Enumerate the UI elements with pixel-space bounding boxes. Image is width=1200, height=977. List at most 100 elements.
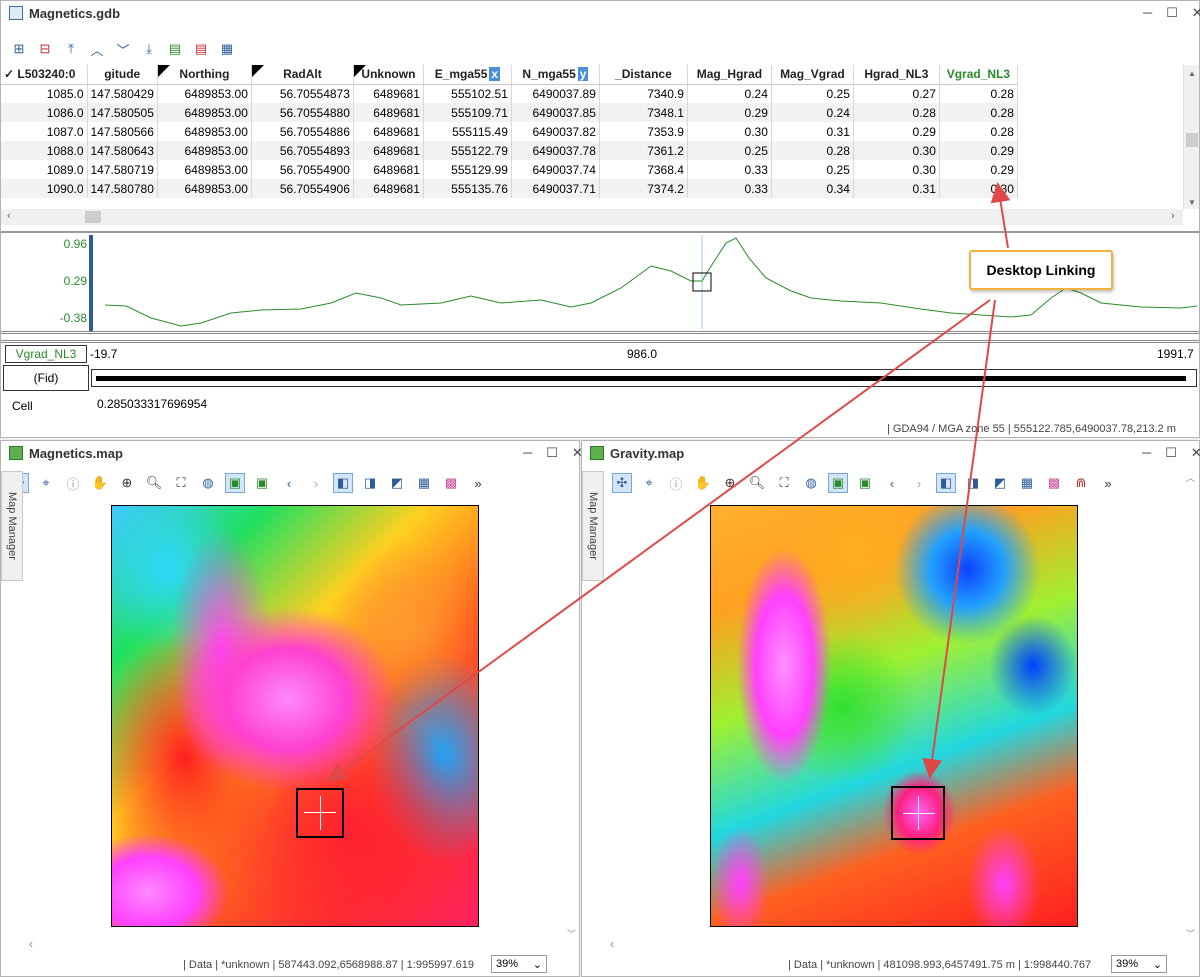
link-data-icon[interactable]: ▣ bbox=[855, 473, 875, 493]
table-row[interactable]: 1088.0 147.580643 6489853.00 56.70554893 648… bbox=[1, 141, 1018, 160]
channel-name[interactable]: Vgrad_NL3 bbox=[5, 345, 87, 363]
cell-value[interactable]: 0.285033317696954 bbox=[97, 397, 207, 411]
zoom-box-icon[interactable]: ⊕ bbox=[117, 473, 137, 493]
back-icon[interactable]: ‹ bbox=[279, 473, 299, 493]
grid-vertical-scrollbar[interactable]: ▲ ▼ bbox=[1183, 65, 1199, 209]
maximize-icon[interactable]: ☐ bbox=[1165, 445, 1177, 461]
group-icon[interactable]: ◨ bbox=[963, 473, 983, 493]
zoom-icon[interactable]: 🔍︎ bbox=[144, 473, 164, 493]
table-row[interactable]: 1089.0 147.580719 6489853.00 56.70554900 648… bbox=[1, 160, 1018, 179]
link-map-icon[interactable]: ▣ bbox=[828, 473, 848, 493]
layers-icon[interactable]: ▦ bbox=[414, 473, 434, 493]
color-table-icon[interactable]: ▩ bbox=[441, 473, 461, 493]
line-header[interactable]: ✓ L503240:0 bbox=[1, 65, 88, 85]
last-line-icon[interactable]: ⤓ bbox=[139, 39, 159, 59]
gravity-vertical-scrollbar[interactable]: ︿ ﹀ bbox=[1182, 471, 1198, 940]
remove-channel-icon[interactable]: ▤ bbox=[191, 39, 211, 59]
table-row[interactable]: 1090.0 147.580780 6489853.00 56.70554906 648… bbox=[1, 179, 1018, 198]
col-header-longitude[interactable]: gitude bbox=[87, 65, 158, 85]
col-header-radalt[interactable]: RadAlt bbox=[251, 65, 354, 85]
toolbar-overflow-icon[interactable]: » bbox=[1098, 473, 1118, 493]
next-line-icon[interactable]: ﹀ bbox=[113, 39, 133, 59]
delete-line-icon[interactable]: ⊟ bbox=[35, 39, 55, 59]
scroll-left-icon[interactable]: ‹ bbox=[610, 937, 614, 951]
gravity-horizontal-scrollbar[interactable]: ‹ bbox=[606, 937, 1184, 953]
horizontal-scroll-thumb[interactable] bbox=[85, 211, 101, 223]
layer-icon[interactable]: ◩ bbox=[990, 473, 1010, 493]
magnetics-cursor-box[interactable] bbox=[296, 788, 344, 838]
table-row[interactable]: 1086.0 147.580505 6489853.00 56.70554880 648… bbox=[1, 103, 1018, 122]
gravity-zoom-select[interactable]: 39% ⌄ bbox=[1111, 955, 1167, 973]
new-line-icon[interactable]: ⊞ bbox=[9, 39, 29, 59]
profile-splitter[interactable] bbox=[1, 331, 1199, 343]
scroll-down-icon[interactable]: ▼ bbox=[1184, 198, 1200, 207]
scroll-left-icon[interactable]: ‹ bbox=[29, 937, 33, 951]
col-header-n-mga55[interactable]: N_mga55 y bbox=[511, 65, 600, 85]
gdb-titlebar[interactable]: Magnetics.gdb bbox=[1, 1, 1199, 25]
magnetics-map-titlebar[interactable]: Magnetics.map bbox=[1, 441, 579, 465]
col-header-hgrad-nl3[interactable]: Hgrad_NL3 bbox=[853, 65, 940, 85]
link-data-icon[interactable]: ▣ bbox=[252, 473, 272, 493]
scroll-down-icon[interactable]: ﹀ bbox=[1186, 927, 1195, 940]
view-mode-icon[interactable]: ◧ bbox=[936, 473, 956, 493]
selected-cell[interactable]: 0.29 bbox=[939, 141, 1018, 160]
zoom-icon[interactable]: 🔍︎ bbox=[747, 473, 767, 493]
scroll-up-icon[interactable]: ︿ bbox=[1186, 471, 1195, 484]
col-header-distance[interactable]: _Distance bbox=[599, 65, 688, 85]
pan-icon[interactable]: ✋ bbox=[90, 473, 110, 493]
col-header-vgrad-nl3[interactable]: Vgrad_NL3 bbox=[939, 65, 1018, 85]
gravity-cursor-box[interactable] bbox=[891, 786, 945, 840]
select-tool-icon[interactable]: ✣ bbox=[612, 473, 632, 493]
grid-horizontal-scrollbar[interactable]: ‹ › bbox=[1, 209, 1183, 225]
toolbar-overflow-icon[interactable]: » bbox=[468, 473, 488, 493]
view-mode-icon[interactable]: ◧ bbox=[333, 473, 353, 493]
info-icon[interactable]: ⓘ bbox=[63, 473, 83, 493]
layer-icon[interactable]: ◩ bbox=[387, 473, 407, 493]
minimize-icon[interactable]: ─ bbox=[1142, 445, 1151, 461]
group-icon[interactable]: ◨ bbox=[360, 473, 380, 493]
minimize-icon[interactable]: ─ bbox=[523, 445, 532, 461]
layers-icon[interactable]: ▦ bbox=[1017, 473, 1037, 493]
close-icon[interactable]: ✕ bbox=[1191, 445, 1200, 461]
channel-list-icon[interactable]: ▦ bbox=[217, 39, 237, 59]
crosshair-icon[interactable]: ⌖ bbox=[639, 473, 659, 493]
magnet-icon[interactable]: ⋒ bbox=[1071, 473, 1091, 493]
maximize-icon[interactable]: ☐ bbox=[546, 445, 558, 461]
scroll-down-icon[interactable]: ﹀ bbox=[567, 927, 576, 940]
table-row[interactable]: 1085.0 147.580429 6489853.00 56.70554873 648… bbox=[1, 84, 1018, 103]
magnetics-zoom-select[interactable]: 39% ⌄ bbox=[491, 955, 547, 973]
fid-range-bar[interactable] bbox=[96, 376, 1186, 381]
zoom-box-icon[interactable]: ⊕ bbox=[720, 473, 740, 493]
magnetics-horizontal-scrollbar[interactable]: ‹ bbox=[25, 937, 565, 953]
gravity-grid-image[interactable] bbox=[710, 505, 1078, 927]
close-icon[interactable]: ✕ bbox=[1192, 5, 1200, 21]
globe-icon[interactable]: ◍ bbox=[198, 473, 218, 493]
gravity-map-titlebar[interactable]: Gravity.map bbox=[582, 441, 1199, 465]
fid-range-box[interactable] bbox=[91, 369, 1197, 387]
forward-icon[interactable]: › bbox=[909, 473, 929, 493]
previous-line-icon[interactable]: ︿ bbox=[87, 39, 107, 59]
scroll-left-icon[interactable]: ‹ bbox=[7, 210, 11, 222]
scroll-right-icon[interactable]: › bbox=[1171, 210, 1175, 222]
map-manager-tab[interactable]: Map Manager bbox=[1, 471, 23, 581]
pan-icon[interactable]: ✋ bbox=[693, 473, 713, 493]
col-header-e-mga55[interactable]: E_mga55 x bbox=[423, 65, 512, 85]
zoom-extent-icon[interactable]: ⛶ bbox=[171, 473, 191, 493]
forward-icon[interactable]: › bbox=[306, 473, 326, 493]
scroll-up-icon[interactable]: ▲ bbox=[1184, 69, 1200, 78]
globe-icon[interactable]: ◍ bbox=[801, 473, 821, 493]
col-header-unknown[interactable]: Unknown bbox=[353, 65, 424, 85]
minimize-icon[interactable]: ─ bbox=[1143, 5, 1152, 21]
col-header-mag-hgrad[interactable]: Mag_Hgrad bbox=[687, 65, 772, 85]
magnetics-vertical-scrollbar[interactable]: ﹀ bbox=[563, 471, 579, 940]
map-manager-tab[interactable]: Map Manager bbox=[582, 471, 604, 581]
maximize-icon[interactable]: ☐ bbox=[1166, 5, 1178, 21]
table-row[interactable]: 1087.0 147.580566 6489853.00 56.70554886 648… bbox=[1, 122, 1018, 141]
vertical-scroll-thumb[interactable] bbox=[1186, 133, 1198, 147]
zoom-extent-icon[interactable]: ⛶ bbox=[774, 473, 794, 493]
magnetics-grid-image[interactable] bbox=[111, 505, 479, 927]
crosshair-icon[interactable]: ⌖ bbox=[36, 473, 56, 493]
info-icon[interactable]: ⓘ bbox=[666, 473, 686, 493]
link-map-icon[interactable]: ▣ bbox=[225, 473, 245, 493]
col-header-mag-vgrad[interactable]: Mag_Vgrad bbox=[771, 65, 854, 85]
